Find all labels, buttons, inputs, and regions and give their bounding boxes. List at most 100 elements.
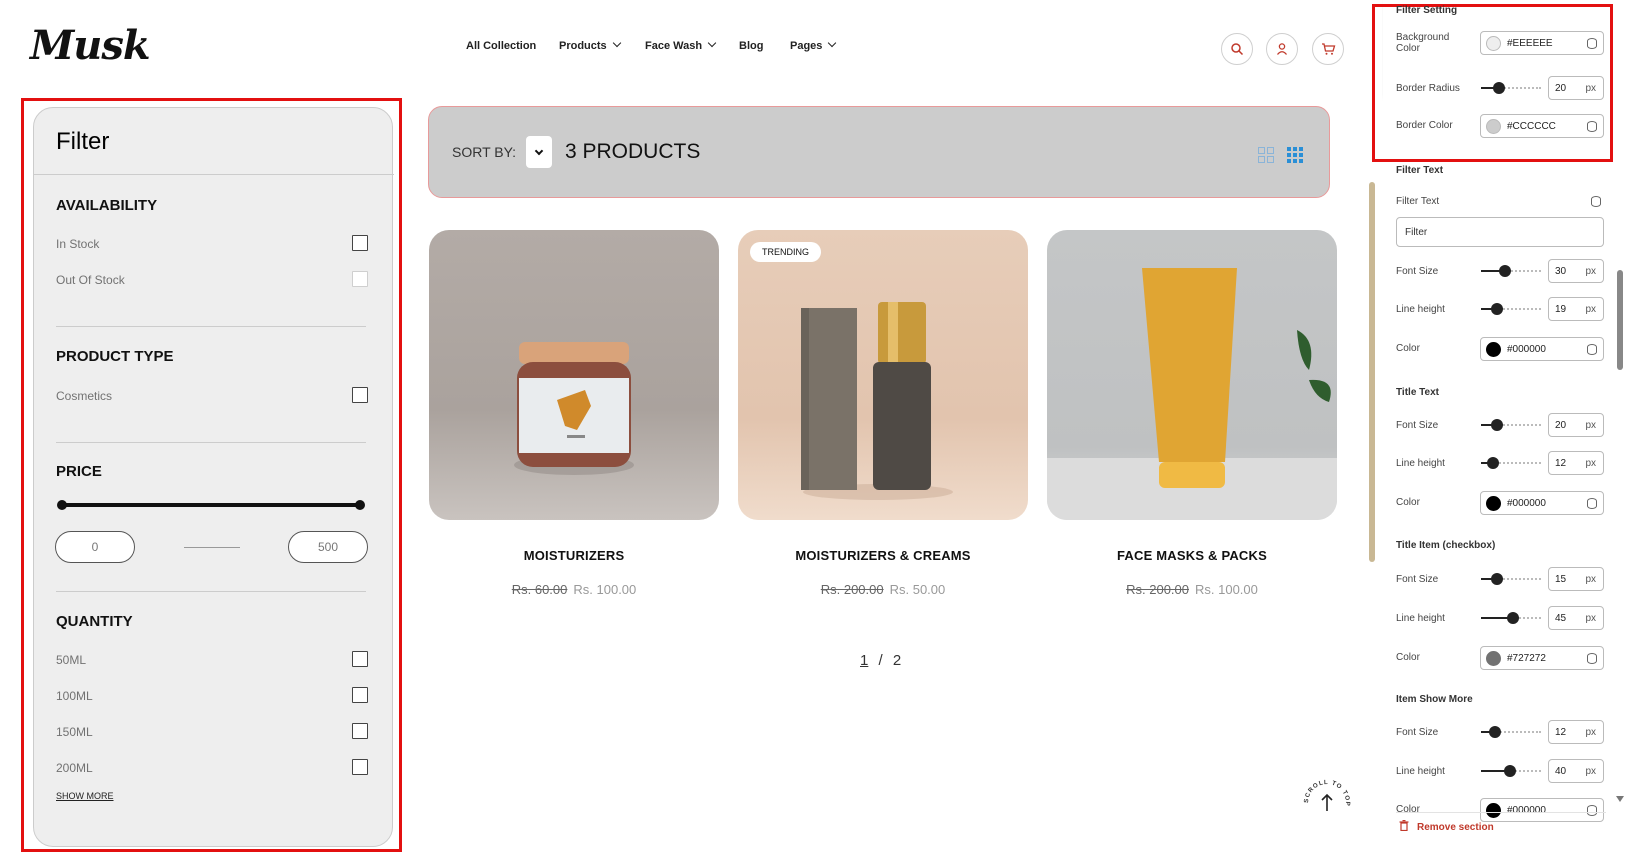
product-name[interactable]: MOISTURIZERS <box>429 548 719 563</box>
database-icon[interactable] <box>1587 653 1597 664</box>
divider <box>56 442 366 443</box>
price-range-slider[interactable] <box>57 500 365 510</box>
filter-text-title: Filter Text <box>1396 165 1444 176</box>
font-size-input[interactable]: 20 px <box>1548 413 1604 437</box>
line-height-input[interactable]: 19 px <box>1548 297 1604 321</box>
border-color-value[interactable]: #CCCCCC <box>1507 121 1556 132</box>
settings-panel: Filter Setting Background Color #EEEEEE … <box>1372 0 1628 860</box>
border-radius-input[interactable]: 20 px <box>1548 76 1604 100</box>
bg-color-swatch[interactable] <box>1486 36 1501 51</box>
line-height-input[interactable]: 12 px <box>1548 451 1604 475</box>
nav-pages[interactable]: Pages <box>790 38 837 52</box>
line-height-label: Line height <box>1396 613 1445 624</box>
nav-all-collection[interactable]: All Collection <box>466 40 536 52</box>
font-size-slider[interactable] <box>1481 573 1541 585</box>
color-value[interactable]: #000000 <box>1507 498 1546 509</box>
font-size-slider[interactable] <box>1481 726 1541 738</box>
sort-select[interactable] <box>526 136 552 168</box>
line-height-slider[interactable] <box>1481 765 1541 777</box>
checkbox-in-stock[interactable] <box>352 235 368 251</box>
show-more-link[interactable]: SHOW MORE <box>56 791 114 801</box>
product-name[interactable]: FACE MASKS & PACKS <box>1047 548 1337 563</box>
font-size-slider[interactable] <box>1481 265 1541 277</box>
scroll-down-icon[interactable] <box>1616 796 1624 802</box>
font-size-slider[interactable] <box>1481 419 1541 431</box>
checkbox-100ml[interactable] <box>352 687 368 703</box>
font-size-input[interactable]: 15 px <box>1548 567 1604 591</box>
chevron-down-icon <box>612 38 621 48</box>
title-item-color-field[interactable]: #727272 <box>1480 646 1604 670</box>
scroll-to-top-button[interactable]: SCROLL TO TOP <box>1300 776 1354 830</box>
checkbox-150ml[interactable] <box>352 723 368 739</box>
sort-label: SORT BY: <box>452 144 517 160</box>
checkbox-out-of-stock[interactable] <box>352 271 368 287</box>
color-value[interactable]: #727272 <box>1507 653 1546 664</box>
price-min-handle[interactable] <box>57 500 67 510</box>
color-swatch[interactable] <box>1486 651 1501 666</box>
border-color-swatch[interactable] <box>1486 119 1501 134</box>
database-icon[interactable] <box>1587 121 1597 132</box>
font-size-input[interactable]: 30 px <box>1548 259 1604 283</box>
filter-text-color-field[interactable]: #000000 <box>1480 337 1604 361</box>
nav-face-wash[interactable]: Face Wash <box>645 38 717 52</box>
panel-scrollbar[interactable] <box>1617 270 1623 370</box>
border-color-field[interactable]: #CCCCCC <box>1480 114 1604 138</box>
font-size-input[interactable]: 12 px <box>1548 720 1604 744</box>
preview-scrollbar[interactable] <box>1369 182 1375 562</box>
line-height-slider[interactable] <box>1481 612 1541 624</box>
product-image[interactable] <box>1047 230 1337 520</box>
line-height-slider[interactable] <box>1481 457 1541 469</box>
product-price: Rs. 200.00 Rs. 100.00 <box>1047 582 1337 597</box>
bg-color-field[interactable]: #EEEEEE <box>1480 31 1604 55</box>
grid-3-view-icon[interactable] <box>1287 147 1303 163</box>
filter-text-input[interactable]: Filter <box>1396 217 1604 247</box>
divider <box>56 591 366 592</box>
price-max-handle[interactable] <box>355 500 365 510</box>
database-icon[interactable] <box>1587 344 1597 355</box>
color-value[interactable]: #000000 <box>1507 344 1546 355</box>
product-image[interactable] <box>429 230 719 520</box>
old-price: Rs. 200.00 <box>820 582 884 597</box>
item-show-more-color-field[interactable]: #000000 <box>1480 798 1604 822</box>
database-icon[interactable] <box>1591 196 1601 207</box>
database-icon[interactable] <box>1587 38 1597 49</box>
divider <box>1396 812 1606 813</box>
checkbox-50ml[interactable] <box>352 651 368 667</box>
bg-color-value[interactable]: #EEEEEE <box>1507 38 1553 49</box>
color-value[interactable]: #000000 <box>1507 805 1546 816</box>
line-height-label: Line height <box>1396 458 1445 469</box>
color-swatch[interactable] <box>1486 803 1501 818</box>
font-size-label: Font Size <box>1396 266 1439 277</box>
page-total[interactable]: 2 <box>893 652 901 669</box>
checkbox-200ml[interactable] <box>352 759 368 775</box>
nav-blog[interactable]: Blog <box>739 40 763 52</box>
nav-products[interactable]: Products <box>559 38 621 52</box>
database-icon[interactable] <box>1587 805 1597 816</box>
price-max-input[interactable]: 500 <box>288 531 368 563</box>
page-current[interactable]: 1 <box>860 652 868 669</box>
divider <box>56 326 366 327</box>
database-icon[interactable] <box>1587 498 1597 509</box>
search-button[interactable] <box>1221 33 1253 65</box>
line-height-input[interactable]: 40 px <box>1548 759 1604 783</box>
line-height-slider[interactable] <box>1481 303 1541 315</box>
grid-2-view-icon[interactable] <box>1258 147 1274 163</box>
product-name[interactable]: MOISTURIZERS & CREAMS <box>738 548 1028 563</box>
color-swatch[interactable] <box>1486 496 1501 511</box>
product-image[interactable]: TRENDING <box>738 230 1028 520</box>
price-min-input[interactable]: 0 <box>55 531 135 563</box>
pagination: 1 / 2 <box>860 652 901 669</box>
border-radius-slider[interactable] <box>1481 82 1541 94</box>
filter-option-50ml: 50ML <box>56 653 87 667</box>
color-label: Color <box>1396 804 1420 815</box>
filter-option-cosmetics: Cosmetics <box>56 389 113 403</box>
cart-button[interactable] <box>1312 33 1344 65</box>
filter-option-in-stock: In Stock <box>56 237 100 251</box>
title-text-color-field[interactable]: #000000 <box>1480 491 1604 515</box>
account-button[interactable] <box>1266 33 1298 65</box>
line-height-input[interactable]: 45 px <box>1548 606 1604 630</box>
checkbox-cosmetics[interactable] <box>352 387 368 403</box>
color-swatch[interactable] <box>1486 342 1501 357</box>
remove-section-button[interactable]: Remove section <box>1399 820 1494 833</box>
line-height-label: Line height <box>1396 766 1445 777</box>
